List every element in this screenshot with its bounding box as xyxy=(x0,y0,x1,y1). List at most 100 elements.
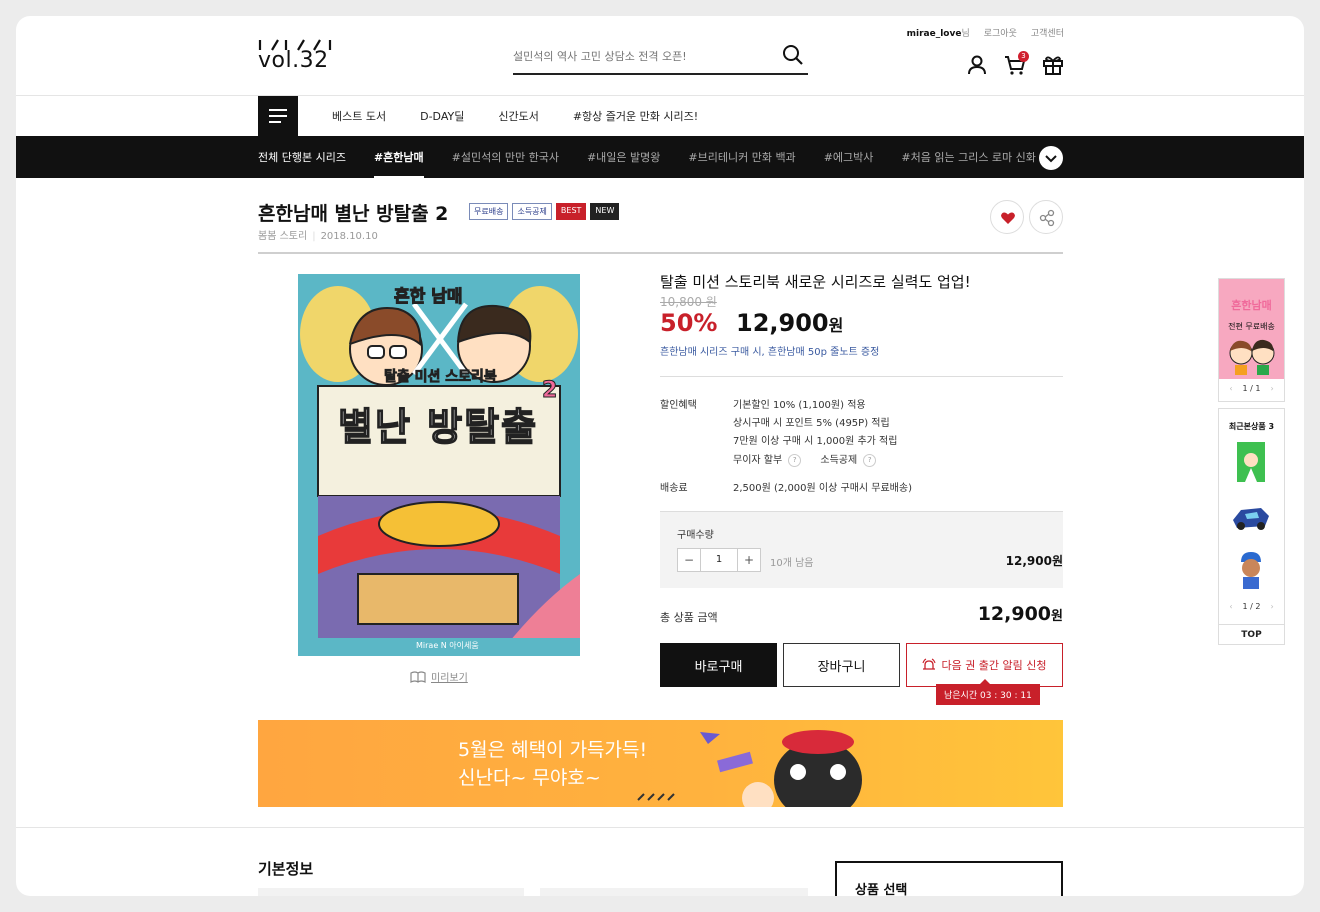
share-icon xyxy=(1039,209,1055,227)
banner-line-2: 신난다~ 무야호~ xyxy=(458,767,601,789)
nav-new-books[interactable]: 신간도서 xyxy=(498,108,538,124)
chevron-left-icon[interactable]: ‹ xyxy=(1229,384,1232,393)
share-button[interactable] xyxy=(1029,200,1063,234)
product-title: 흔한남매 별난 방탈출 2 xyxy=(258,203,449,225)
book-cover[interactable]: 흔한 남매 탈출 미션 스토리북 별난 방탈출 2 Mirae N 아이세움 xyxy=(298,274,580,656)
series-expand-button[interactable] xyxy=(1039,146,1063,170)
sale-price: 12,900원 xyxy=(736,309,843,337)
side-ad-banner[interactable]: 흔한남매 전편 무료배송 xyxy=(1219,279,1284,379)
recent-items-title: 최근본상품 3 xyxy=(1228,422,1275,431)
quantity-value[interactable]: 1 xyxy=(701,548,737,572)
total-price-unit: 원 xyxy=(1051,609,1063,624)
preview-link[interactable]: 미리보기 xyxy=(410,669,468,684)
cover-subtitle: 탈출 미션 스토리북 xyxy=(384,369,498,386)
series-tab[interactable]: #설민석의 만만 한국사 xyxy=(452,149,559,165)
series-tab[interactable]: #처음 읽는 그리스 로마 신화 xyxy=(901,149,1036,165)
recent-items-pager: ‹ 1 / 2 › xyxy=(1218,602,1285,611)
heart-icon xyxy=(1001,212,1015,224)
sale-price-unit: 원 xyxy=(828,316,844,335)
benefit-line: 상시구매 시 포인트 5% (495P) 적립 xyxy=(733,418,890,429)
badge-new: NEW xyxy=(590,203,620,220)
quantity-increase-button[interactable]: + xyxy=(737,548,761,572)
series-tab-all[interactable]: 전체 단행본 시리즈 xyxy=(258,149,346,165)
logout-link[interactable]: 로그아웃 xyxy=(984,26,1017,39)
original-price: 10,800 원 xyxy=(660,295,717,309)
recent-item-thumb[interactable] xyxy=(1231,548,1271,592)
search-input[interactable] xyxy=(513,42,768,63)
buy-now-button[interactable]: 바로구매 xyxy=(660,643,777,687)
badge-free-shipping: 무료배송 xyxy=(469,203,509,220)
series-tab-active[interactable]: #흔한남매 xyxy=(373,136,424,178)
alarm-icon xyxy=(922,658,936,670)
preview-label: 미리보기 xyxy=(431,673,468,684)
series-tab[interactable]: #브리테니커 만화 백과 xyxy=(688,149,795,165)
tax-deduction-label: 소득공제 xyxy=(820,455,858,466)
promo-text: 흔한남매 시리즈 구매 시, 흔한남매 50p 줄노트 증정 xyxy=(660,347,880,358)
main-nav: 베스트 도서 D-DAY딜 신간도서 #항상 즐거운 만화 시리즈! xyxy=(332,96,698,136)
recent-item-thumb[interactable] xyxy=(1231,494,1271,538)
search-bar xyxy=(513,42,808,75)
series-tab[interactable]: #내일은 발명왕 xyxy=(587,149,660,165)
side-ad-sub: 전편 무료배송 xyxy=(1228,322,1275,331)
nav-best-books[interactable]: 베스트 도서 xyxy=(332,108,386,124)
stock-remaining: 10개 남음 xyxy=(770,558,814,569)
info-tab[interactable] xyxy=(540,888,808,896)
badge-tax-deduction: 소득공제 xyxy=(512,203,552,220)
shipping-value: 2,500원 (2,000원 이상 구매시 무료배송) xyxy=(733,483,912,494)
publish-date: 2018.10.10 xyxy=(320,231,378,242)
side-ad-page: 1 / 1 xyxy=(1242,384,1261,393)
info-tab[interactable] xyxy=(258,888,524,896)
cover-main-title: 별난 방탈출 xyxy=(337,404,539,450)
basic-info-heading: 기본정보 xyxy=(258,860,314,878)
badge-best: BEST xyxy=(555,203,587,220)
installment-label: 무이자 할부 xyxy=(733,455,783,466)
promo-banner[interactable]: 5월은 혜택이 가득가득! 신난다~ 무야호~ xyxy=(258,720,1063,807)
help-icon[interactable]: ? xyxy=(863,453,877,467)
recent-items-page: 1 / 2 xyxy=(1242,602,1261,611)
cover-series-title: 흔한 남매 xyxy=(393,287,463,308)
search-icon[interactable] xyxy=(782,44,804,66)
benefit-line: 기본할인 10% (1,100원) 적용 xyxy=(733,400,866,411)
product-headline: 탈출 미션 스토리북 새로운 시리즈로 실력도 업업! xyxy=(660,273,971,291)
quantity-label: 구매수량 xyxy=(677,530,714,541)
nav-dday-deal[interactable]: D-DAY딜 xyxy=(420,108,464,124)
cover-volume-number: 2 xyxy=(541,378,558,404)
quantity-price: 12,900원 xyxy=(1005,554,1063,568)
side-ad-characters xyxy=(1229,339,1275,375)
recent-item-thumb[interactable] xyxy=(1231,440,1271,484)
add-to-cart-button[interactable]: 장바구니 xyxy=(783,643,900,687)
user-greeting: mirae_love님 xyxy=(907,26,970,39)
browser-frame: vol.32 mirae_love님 로그아웃 고객센터 3 베스트 도서 D xyxy=(16,16,1304,896)
header-icons: 3 xyxy=(966,51,1064,76)
total-price-value: 12,900 xyxy=(977,603,1052,625)
chevron-left-icon[interactable]: ‹ xyxy=(1229,602,1232,611)
support-link[interactable]: 고객센터 xyxy=(1031,26,1064,39)
mypage-icon[interactable] xyxy=(966,54,988,76)
cart-count-badge: 3 xyxy=(1018,51,1029,62)
total-label: 총 상품 금액 xyxy=(660,611,718,624)
wishlist-button[interactable] xyxy=(990,200,1024,234)
title-divider xyxy=(258,252,1063,254)
quantity-decrease-button[interactable]: − xyxy=(677,548,701,572)
benefits-label: 할인혜택 xyxy=(660,400,697,411)
all-menu-button[interactable] xyxy=(258,96,298,136)
product-meta: 봄봄 스토리 | 2018.10.10 xyxy=(258,231,378,242)
cart-icon[interactable]: 3 xyxy=(1004,51,1029,76)
book-cover-illustration xyxy=(298,274,580,656)
banner-illustration xyxy=(637,730,862,807)
help-icon[interactable]: ? xyxy=(788,453,802,467)
site-logo[interactable]: vol.32 xyxy=(258,38,348,78)
chevron-right-icon[interactable]: › xyxy=(1270,384,1273,393)
quantity-stepper: − 1 + xyxy=(677,548,761,572)
series-tab[interactable]: #에그박사 xyxy=(824,149,874,165)
nav-comic-series[interactable]: #항상 즐거운 만화 시리즈! xyxy=(573,108,698,124)
total-price: 12,900원 xyxy=(978,603,1063,625)
username-suffix: 님 xyxy=(961,29,970,39)
book-open-icon xyxy=(410,670,426,683)
benefit-line: 7만원 이상 구매 시 1,000원 추가 적립 xyxy=(733,436,898,447)
scroll-top-button[interactable]: TOP xyxy=(1218,624,1285,645)
chevron-right-icon[interactable]: › xyxy=(1270,602,1273,611)
info-divider xyxy=(660,376,1063,377)
series-tabs: 전체 단행본 시리즈 #흔한남매 #설민석의 만만 한국사 #내일은 발명왕 #… xyxy=(258,136,1038,178)
gift-icon[interactable] xyxy=(1042,54,1064,76)
